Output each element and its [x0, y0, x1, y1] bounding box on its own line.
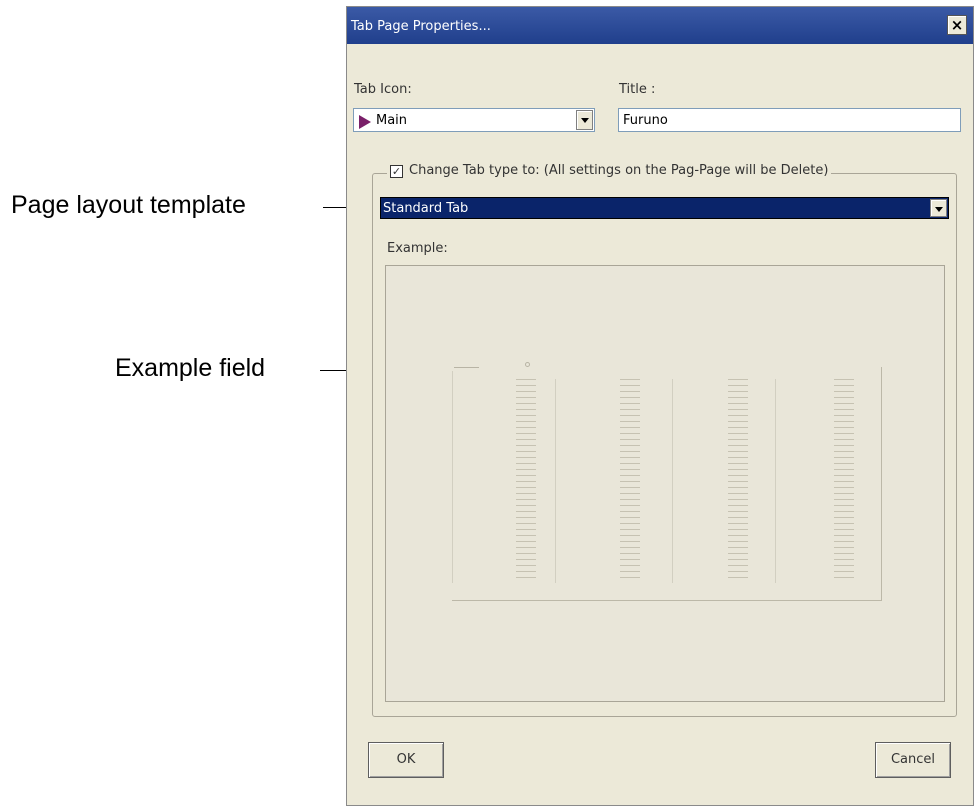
example-mini-tab — [454, 367, 479, 368]
tab-type-select[interactable]: Standard Tab — [380, 197, 949, 219]
callout-layout-template: Page layout template — [11, 191, 246, 219]
tab-icon-select[interactable]: Main — [353, 108, 595, 132]
example-column-line — [555, 379, 556, 583]
example-rung-column — [620, 379, 640, 583]
example-label: Example: — [387, 241, 448, 256]
tab-type-dropdown-button[interactable] — [930, 199, 947, 217]
dialog-title: Tab Page Properties... — [351, 19, 491, 34]
change-tab-type-label: Change Tab type to: (All settings on the… — [409, 163, 829, 178]
change-tab-type-checkbox[interactable]: ✓ — [390, 165, 403, 178]
close-button[interactable]: × — [947, 15, 967, 35]
tab-icon-value: Main — [376, 113, 408, 128]
change-tab-type-legend: ✓ Change Tab type to: (All settings on th… — [387, 163, 832, 183]
example-rung — [620, 577, 640, 583]
example-preview — [452, 362, 882, 601]
example-rung-column — [516, 379, 536, 583]
tab-page-properties-dialog: Tab Page Properties... × Tab Icon: Main … — [346, 6, 974, 806]
example-rung-column — [834, 379, 854, 583]
callout-example-field: Example field — [115, 354, 266, 382]
cancel-button[interactable]: Cancel — [875, 742, 951, 778]
example-mini-dot — [525, 362, 530, 367]
dialog-titlebar[interactable]: Tab Page Properties... × — [347, 7, 973, 44]
example-field — [385, 265, 945, 702]
title-input-value: Furuno — [623, 113, 668, 128]
title-input[interactable]: Furuno — [618, 108, 961, 132]
ok-button[interactable]: OK — [368, 742, 444, 778]
example-rung — [728, 577, 748, 583]
play-triangle-icon — [359, 115, 371, 129]
tab-icon-label: Tab Icon: — [354, 82, 412, 97]
tab-type-value: Standard Tab — [383, 201, 469, 216]
example-column-line — [775, 379, 776, 583]
example-rung — [516, 577, 536, 583]
example-column-line — [452, 371, 453, 583]
example-rung — [834, 577, 854, 583]
example-rung-column — [728, 379, 748, 583]
close-icon: × — [950, 16, 964, 34]
title-label: Title : — [619, 82, 656, 97]
tab-icon-dropdown-button[interactable] — [576, 110, 593, 130]
example-column-line — [672, 379, 673, 583]
